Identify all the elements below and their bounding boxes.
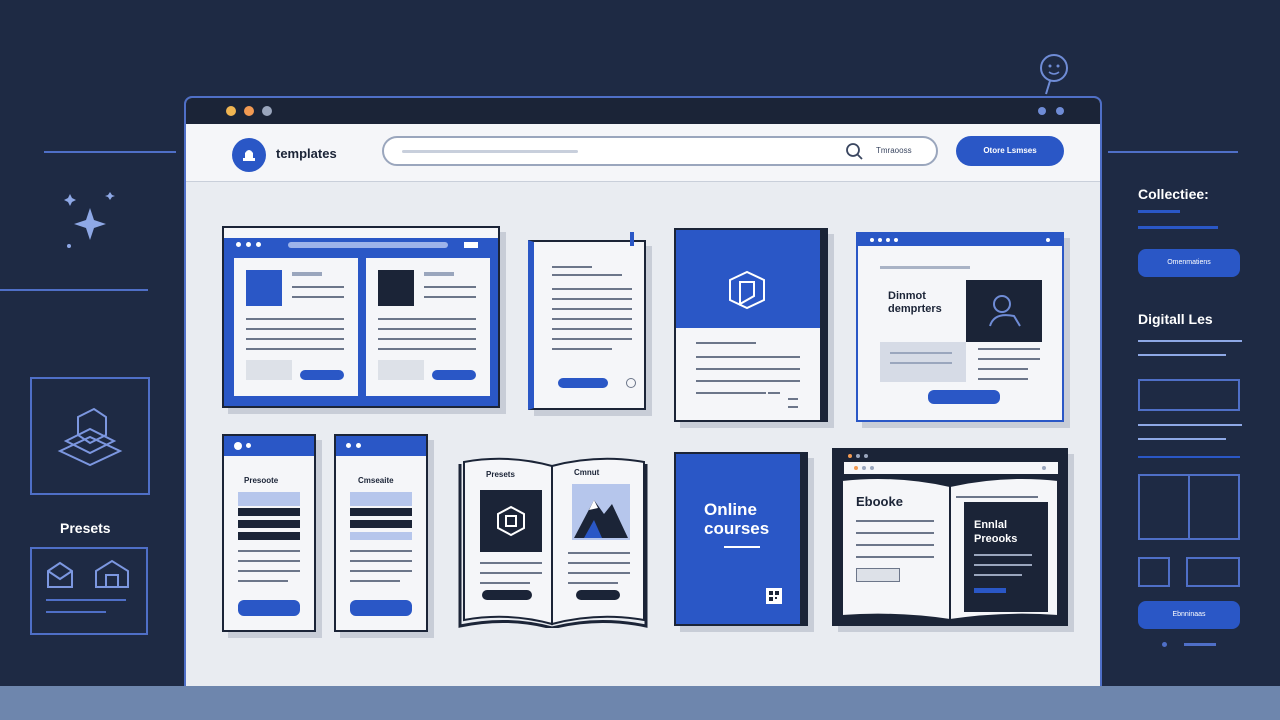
digital-doc-title: Dinmot demprters [888,290,942,315]
layers-icon [57,407,123,467]
digital-doc-button[interactable] [928,390,1000,404]
logo[interactable] [232,138,266,172]
sparkle-icon [64,192,115,248]
site-header: templates Tmraooss Otore Lsmses [186,124,1100,182]
narrow-left-button[interactable] [238,600,300,616]
presets-tile[interactable] [30,547,148,635]
presets-tile-line2 [46,611,106,613]
small-square-box[interactable] [1138,557,1170,587]
card-narrow-left[interactable]: Presoote [222,434,316,632]
narrow-left-title: Presoote [244,476,279,485]
collections-button[interactable]: Omenmatiens [1138,249,1240,277]
left-divider-bottom [0,289,148,291]
digital-line2 [1138,354,1226,356]
card-blue-book[interactable] [674,228,828,422]
collections-underline [1138,210,1180,213]
online-courses-title: Online courses [704,500,770,538]
window-dot-grey[interactable] [262,106,272,116]
card-narrow-right[interactable]: Cmseaite [334,434,428,632]
brand-name: templates [276,146,337,161]
collections-heading: Collectiee: [1138,186,1209,202]
right-bottom-line [1184,643,1216,646]
floor [0,686,1280,720]
user-icon [989,295,1021,327]
card-ebook-browser[interactable]: Ebooke Ennlal Preooks [832,448,1068,626]
search-icon[interactable] [846,143,864,161]
card-online-courses[interactable]: Online courses [674,452,808,626]
narrow-right-title: Cmseaite [358,476,394,485]
bell-icon [243,150,255,161]
envelope-icon [47,561,73,588]
open-book-left-title: Presets [486,470,515,479]
digital-line1 [1138,340,1242,342]
left-divider-top [44,151,176,153]
open-book-right-title: Cmnut [574,468,600,477]
titlebar-dot-1 [1038,107,1046,115]
presets-tile-line1 [46,599,126,601]
ebook-panel-title: Ennlal Preooks [974,519,1018,545]
digital-line4 [1138,438,1226,440]
titlebar-dot-2 [1056,107,1064,115]
search-hint: Tmraooss [876,146,912,155]
cube-icon [729,270,765,310]
digital-line5 [1138,456,1240,458]
layers-tile[interactable] [30,377,150,495]
qr-icon [766,588,782,604]
smiley-balloon-icon [1040,54,1068,95]
ebooks-button[interactable]: Ebnninaas [1138,601,1240,629]
home-icon [95,559,129,588]
collections-line [1138,226,1218,229]
digital-heading: Digitall Les [1138,311,1213,327]
digital-box[interactable] [1138,379,1240,411]
layout-split-box[interactable] [1138,474,1240,540]
header-cta-button[interactable]: Otore Lsmses [956,136,1064,166]
window-titlebar [186,98,1100,124]
right-dot [1162,642,1167,647]
search-input[interactable]: Tmraooss [382,136,938,166]
mountain-icon [574,500,628,538]
card-document-page[interactable] [528,232,646,410]
browser-window: templates Tmraooss Otore Lsmses Dinmot d… [184,96,1102,688]
presets-label: Presets [60,520,111,536]
search-placeholder-line [402,150,578,153]
hexagon-icon [497,505,525,537]
card-ebook-spread[interactable] [222,226,500,408]
window-dot-orange[interactable] [244,106,254,116]
small-rect-box[interactable] [1186,557,1240,587]
digital-line3 [1138,424,1242,426]
card-open-book[interactable]: Presets Cmnut [458,454,648,628]
ebook-title: Ebooke [856,494,903,509]
right-divider-top [1108,151,1238,153]
card-digital-doc[interactable]: Dinmot demprters [856,232,1064,422]
window-dot-yellow[interactable] [226,106,236,116]
narrow-right-button[interactable] [350,600,412,616]
